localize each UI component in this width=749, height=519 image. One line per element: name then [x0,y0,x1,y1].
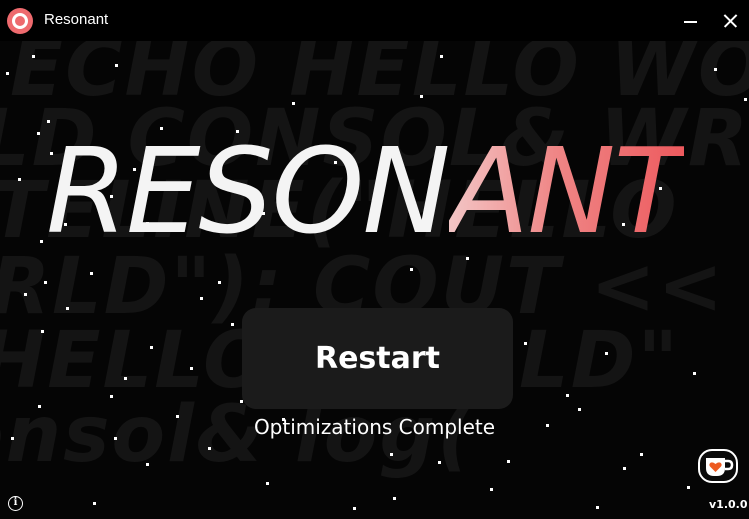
star [605,352,608,355]
star [150,346,153,349]
star [115,64,118,67]
star [90,272,93,275]
star [578,408,581,411]
star [393,497,396,500]
star [438,461,441,464]
star [208,447,211,450]
app-logo-icon [7,8,33,34]
title-bar[interactable]: Resonant [0,0,749,41]
star [596,506,599,509]
resonant-logo: RESONANT [46,132,686,250]
star [190,367,193,370]
star [744,98,747,101]
star [640,453,643,456]
star [390,453,393,456]
star [37,132,40,135]
star [6,72,9,75]
window-title: Resonant [44,11,109,28]
star [507,460,510,463]
star [124,377,127,380]
star [93,502,96,505]
star [693,372,696,375]
restart-button-label: Restart [314,341,441,376]
minimize-button[interactable] [677,8,703,34]
star [292,102,295,105]
star [714,68,717,71]
star [24,293,27,296]
status-text: Optimizations Complete [253,415,496,439]
star [410,268,413,271]
star [41,330,44,333]
star [420,95,423,98]
star [44,281,47,284]
star [66,307,69,310]
restart-button[interactable]: Restart [242,308,513,409]
app-window: ECHO HELLO WORLD LD CONSOL& WRI ITELINE(… [0,0,749,519]
info-icon[interactable]: i [8,496,23,511]
star [687,486,690,489]
star [231,323,234,326]
star [110,395,113,398]
star [40,240,43,243]
star [200,297,203,300]
logo-text-accent: ANT [448,122,686,260]
logo-text-white: RESON [46,122,451,260]
star [524,342,527,345]
star [18,178,21,181]
star [353,507,356,510]
star [38,405,41,408]
star [623,467,626,470]
star [32,55,35,58]
star [490,488,493,491]
star [146,463,149,466]
star [566,394,569,397]
star [218,281,221,284]
star [266,482,269,485]
star [440,55,443,58]
coffee-cup-heart-icon[interactable] [698,449,738,483]
close-button[interactable] [717,8,743,34]
version-label: v1.0.0 [709,498,748,511]
